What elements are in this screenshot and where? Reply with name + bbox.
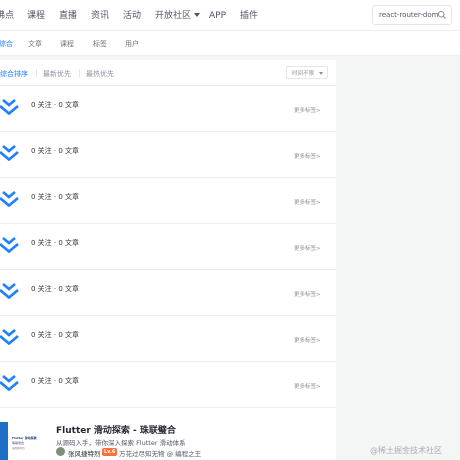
tag-stats: 0 关注 · 0 文章 — [31, 193, 80, 201]
tag-stats: 0 关注 · 0 文章 — [31, 377, 80, 385]
tag-result-row[interactable]: 0 关注 · 0 文章 更多标签> — [0, 178, 336, 224]
tag-result-row[interactable]: 0 关注 · 0 文章 更多标签> — [0, 132, 336, 178]
level-badge: Lv.6 — [102, 448, 118, 456]
tag-stats: 0 关注 · 0 文章 — [31, 285, 80, 293]
search-type-tabs: 综合 文章 课程 标签 用户 — [0, 31, 460, 56]
chevron-down-icon — [194, 13, 201, 17]
juejin-logo-icon — [0, 237, 19, 254]
avatar[interactable] — [56, 447, 65, 456]
juejin-logo-icon — [0, 329, 19, 346]
more-tags-link[interactable]: 更多标签> — [294, 244, 321, 252]
search-input-value: react-router-dom — [379, 11, 439, 19]
search-input[interactable]: react-router-dom — [372, 5, 452, 25]
sort-divider — [36, 69, 37, 77]
article-cover-image[interactable]: Flutter 滑动探索 珠联璧合 张风捷特烈 — [0, 422, 45, 460]
search-results-list: 综合排序 最新优先 最热优先 时间不限 0 关注 · 0 文章 更多标签> 0 … — [0, 60, 336, 460]
cover-title: Flutter 滑动探索 — [12, 436, 37, 440]
tab-courses[interactable]: 课程 — [60, 39, 74, 49]
nav-item-courses[interactable]: 课程 — [27, 10, 45, 22]
nav-item-open-community-label: 开放社区 — [155, 11, 192, 21]
tag-stats: 0 关注 · 0 文章 — [31, 239, 80, 247]
chevron-down-icon — [319, 72, 323, 75]
tab-all[interactable]: 综合 — [0, 39, 13, 49]
tag-stats: 0 关注 · 0 文章 — [31, 147, 80, 155]
tab-users[interactable]: 用户 — [125, 39, 139, 49]
tag-stats: 0 关注 · 0 文章 — [31, 331, 80, 339]
sort-bar: 综合排序 最新优先 最热优先 时间不限 — [0, 60, 336, 86]
juejin-logo-icon — [0, 283, 19, 300]
more-tags-link[interactable]: 更多标签> — [294, 336, 321, 344]
more-tags-link[interactable]: 更多标签> — [294, 106, 321, 114]
period-select[interactable]: 时间不限 — [286, 66, 328, 79]
nav-item-live[interactable]: 直播 — [59, 10, 77, 22]
top-navbar: 沸点 课程 直播 资讯 活动 开放社区 APP 插件 react-router-… — [0, 0, 460, 31]
sort-divider — [79, 69, 80, 77]
tab-tags[interactable]: 标签 — [93, 39, 107, 49]
more-tags-link[interactable]: 更多标签> — [294, 198, 321, 206]
tag-result-row[interactable]: 0 关注 · 0 文章 更多标签> — [0, 270, 336, 316]
more-tags-link[interactable]: 更多标签> — [294, 382, 321, 390]
article-title[interactable]: Flutter 滑动探索 - 珠联璧合 — [56, 423, 176, 436]
sort-hottest[interactable]: 最热优先 — [86, 69, 114, 79]
tag-result-row[interactable]: 0 关注 · 0 文章 更多标签> — [0, 362, 336, 408]
sort-latest[interactable]: 最新优先 — [43, 69, 71, 79]
article-description: 从源码入手，带你深入探索 Flutter 滑动体系 — [56, 439, 186, 447]
tag-result-row[interactable]: 0 关注 · 0 文章 更多标签> — [0, 224, 336, 270]
nav-item-app[interactable]: APP — [209, 10, 226, 22]
author-name[interactable]: 张风捷特烈 — [68, 448, 101, 458]
cover-subtitle: 珠联璧合 — [12, 441, 25, 445]
juejin-logo-icon — [0, 99, 19, 116]
juejin-logo-icon — [0, 145, 19, 162]
tag-stats: 0 关注 · 0 文章 — [31, 101, 80, 109]
search-icon[interactable] — [437, 10, 447, 20]
more-tags-link[interactable]: 更多标签> — [294, 290, 321, 298]
nav-item-plugins[interactable]: 插件 — [240, 10, 258, 22]
nav-item-open-community[interactable]: 开放社区 — [155, 10, 201, 22]
nav-item-pins[interactable]: 沸点 — [0, 10, 14, 22]
cover-author: 张风捷特烈 — [12, 447, 25, 450]
tag-result-row[interactable]: 0 关注 · 0 文章 更多标签> — [0, 316, 336, 362]
tag-result-row[interactable]: 0 关注 · 0 文章 更多标签> — [0, 86, 336, 132]
nav-item-news[interactable]: 资讯 — [91, 10, 109, 22]
sort-comprehensive[interactable]: 综合排序 — [0, 69, 28, 79]
juejin-logo-icon — [0, 375, 19, 392]
more-tags-link[interactable]: 更多标签> — [294, 152, 321, 160]
author-bio: 万花过尽知无物 @ 编程之王 — [119, 450, 202, 458]
article-result-item[interactable]: Flutter 滑动探索 珠联璧合 张风捷特烈 Flutter 滑动探索 - 珠… — [0, 410, 336, 460]
watermark: @稀土掘金技术社区 — [370, 446, 442, 455]
tab-articles[interactable]: 文章 — [28, 39, 42, 49]
nav-item-events[interactable]: 活动 — [123, 10, 141, 22]
period-select-value: 时间不限 — [292, 71, 315, 77]
juejin-logo-icon — [0, 191, 19, 208]
